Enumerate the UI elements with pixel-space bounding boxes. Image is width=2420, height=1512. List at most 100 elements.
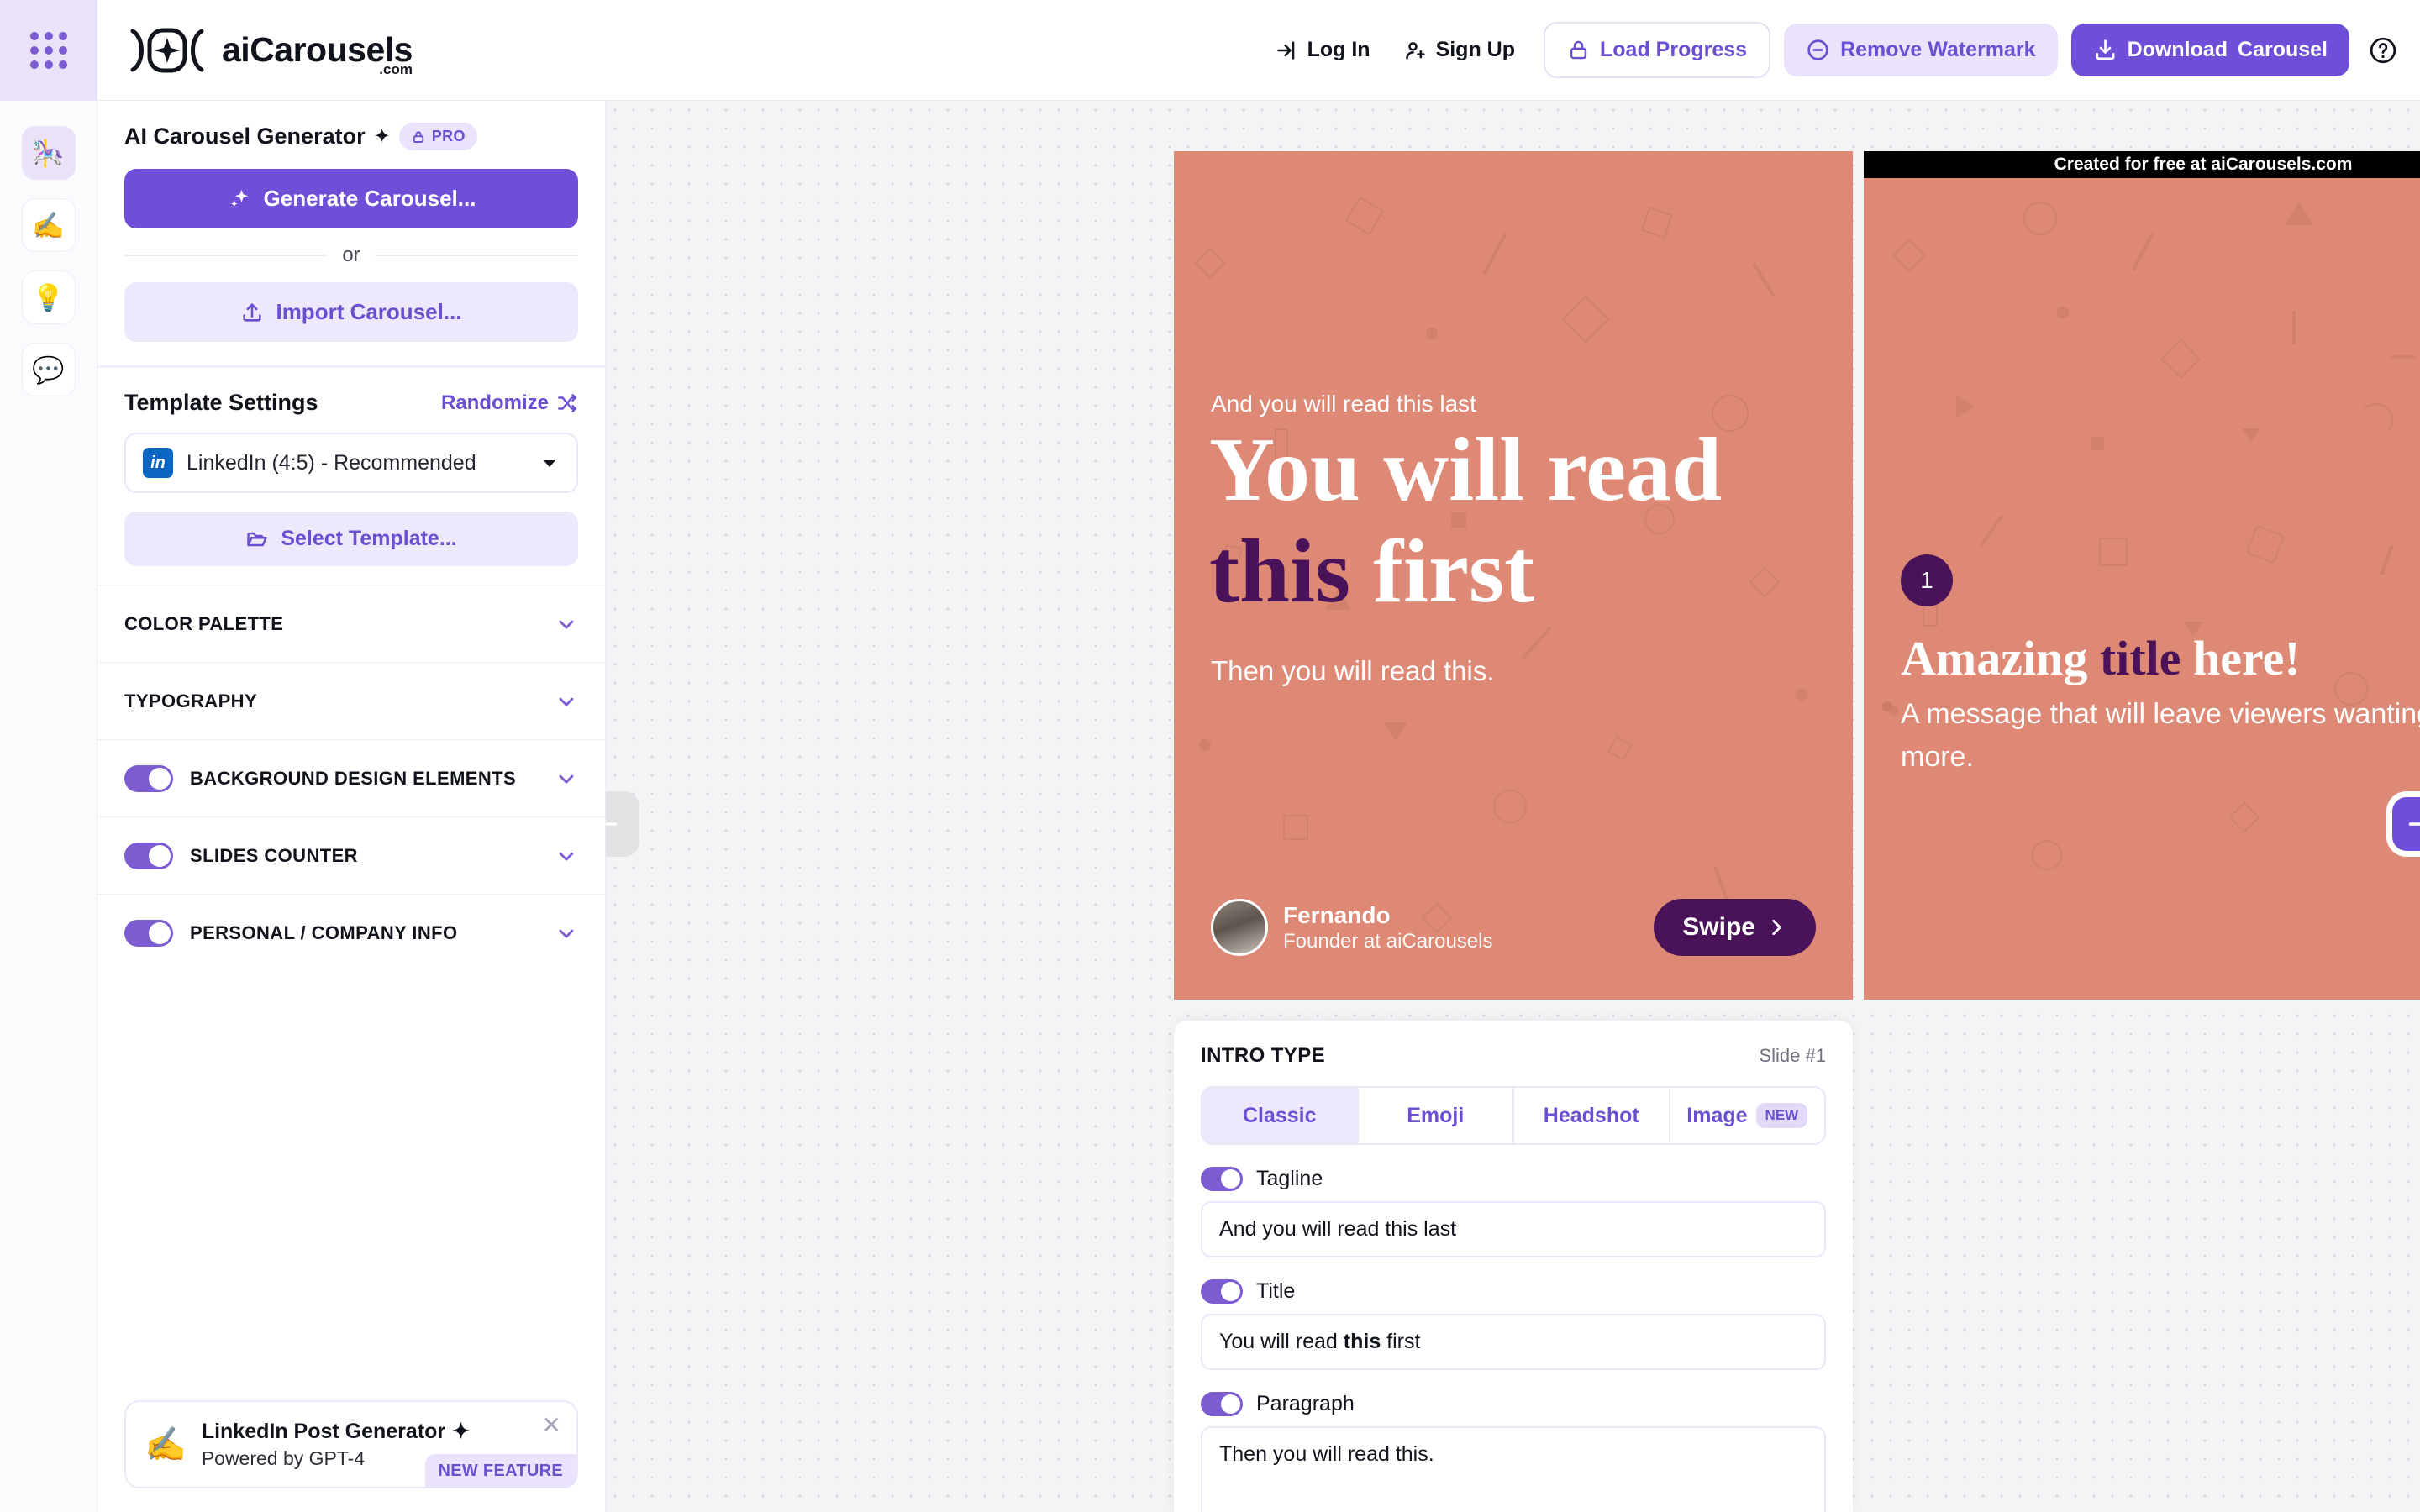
tagline-label-row: Tagline: [1201, 1167, 1826, 1191]
swipe-button[interactable]: Swipe: [1654, 899, 1816, 956]
generator-title: AI Carousel Generator: [124, 123, 366, 149]
slide-2[interactable]: Created for free at aiCarousels.com 1 Am…: [1864, 151, 2420, 1000]
next-slide-button[interactable]: [2386, 791, 2420, 857]
download-label-2: Carousel: [2238, 38, 2328, 61]
help-button[interactable]: [2368, 35, 2398, 66]
close-icon[interactable]: ✕: [542, 1414, 561, 1437]
accordion-label: SLIDES COUNTER: [190, 844, 358, 866]
template-settings-header: Template Settings Randomize: [124, 390, 578, 416]
tab-classic[interactable]: Classic: [1202, 1088, 1359, 1143]
light-bulb-icon: 💡: [32, 282, 65, 312]
title-toggle[interactable]: [1201, 1279, 1243, 1304]
tab-headshot[interactable]: Headshot: [1514, 1088, 1670, 1143]
pro-badge: PRO: [398, 123, 477, 150]
login-arrow-icon: [1276, 40, 1294, 60]
login-label: Log In: [1307, 38, 1370, 61]
tagline-input[interactable]: And you will read this last: [1201, 1201, 1826, 1257]
accordion-typography[interactable]: TYPOGRAPHY: [97, 662, 605, 739]
accordion-background-design-elements[interactable]: BACKGROUND DESIGN ELEMENTS: [97, 739, 605, 816]
slide-1[interactable]: And you will read this last You will rea…: [1174, 151, 1853, 1000]
writing-hand-icon: ✍️: [145, 1426, 187, 1463]
personal-company-info-toggle[interactable]: [124, 919, 173, 947]
rail-item-carousel[interactable]: 🎠: [21, 126, 76, 180]
login-button[interactable]: Log In: [1260, 26, 1386, 74]
author-info: Fernando Founder at aiCarousels: [1283, 901, 1492, 953]
lock-icon: [413, 130, 424, 143]
previous-slide-button[interactable]: [606, 791, 639, 857]
randomize-button[interactable]: Randomize: [441, 391, 578, 415]
slide-number-label: Slide #1: [1759, 1045, 1826, 1066]
format-select-value: LinkedIn (4:5) - Recommended: [187, 450, 476, 475]
watermark-bar: Created for free at aiCarousels.com: [1864, 151, 2420, 178]
template-settings-section: Template Settings Randomize in LinkedIn …: [97, 368, 605, 585]
carousel-horse-icon: 🎠: [32, 138, 65, 168]
promo-title: LinkedIn Post Generator: [201, 1419, 446, 1443]
tab-emoji[interactable]: Emoji: [1358, 1088, 1514, 1143]
slide-2-title-part2: here!: [2181, 631, 2301, 685]
tab-image-new-badge: NEW: [1755, 1103, 1808, 1128]
accordion-label: TYPOGRAPHY: [124, 690, 258, 711]
chevron-down-icon: [559, 929, 574, 937]
chevron-down-icon: [559, 620, 574, 628]
question-circle-icon: [2370, 37, 2396, 63]
accordion-color-palette[interactable]: COLOR PALETTE: [97, 585, 605, 662]
select-template-button[interactable]: Select Template...: [124, 512, 578, 566]
remove-watermark-label: Remove Watermark: [1840, 38, 2036, 61]
slide-editor-panel: INTRO TYPE Slide #1 Classic Emoji Headsh…: [1174, 1021, 1853, 1512]
accordion-label: COLOR PALETTE: [124, 612, 284, 634]
sparkles-icon: [230, 189, 248, 207]
signup-button[interactable]: Sign Up: [1389, 26, 1530, 74]
title-input-post: first: [1381, 1330, 1421, 1353]
settings-sidebar: AI Carousel Generator ✦ PRO Generate Car…: [97, 101, 606, 1512]
format-select[interactable]: in LinkedIn (4:5) - Recommended: [124, 433, 578, 493]
paragraph-toggle[interactable]: [1201, 1392, 1243, 1416]
tab-image[interactable]: Image NEW: [1670, 1088, 1824, 1143]
generate-carousel-label: Generate Carousel...: [263, 186, 476, 211]
import-carousel-button[interactable]: Import Carousel...: [124, 282, 578, 342]
apps-grid-button[interactable]: [0, 0, 97, 101]
generator-title-row: AI Carousel Generator ✦ PRO: [124, 123, 578, 150]
rail-item-write[interactable]: ✍️: [21, 198, 76, 252]
divider-right: [375, 255, 578, 256]
brand-logo[interactable]: aiCarousels .com: [126, 26, 413, 77]
slide-1-paragraph: Then you will read this.: [1211, 655, 1495, 686]
generate-carousel-button[interactable]: Generate Carousel...: [124, 169, 578, 228]
title-input[interactable]: You will read this first: [1201, 1314, 1826, 1370]
speech-balloon-icon: 💬: [32, 354, 65, 385]
folder-icon: [247, 532, 268, 546]
chevron-down-icon: [559, 697, 574, 706]
or-label: or: [342, 244, 360, 266]
chevron-down-icon: [559, 852, 574, 860]
download-carousel-button[interactable]: Download Carousel: [2070, 24, 2349, 76]
header-actions: Log In Sign Up Load Progress Remove Wate…: [1260, 22, 2420, 78]
rail-item-ideas[interactable]: 💡: [21, 270, 76, 324]
remove-watermark-button[interactable]: Remove Watermark: [1784, 24, 2058, 76]
sparkle-icon: ✦: [373, 125, 391, 148]
shuffle-icon: [558, 393, 576, 412]
load-progress-button[interactable]: Load Progress: [1544, 22, 1771, 78]
arrow-left-icon: [606, 822, 618, 826]
title-label: Title: [1256, 1279, 1296, 1303]
background-design-elements-toggle[interactable]: [124, 764, 173, 792]
signup-label: Sign Up: [1435, 38, 1515, 61]
paragraph-input[interactable]: Then you will read this.: [1201, 1426, 1826, 1512]
chevron-down-icon: [544, 460, 555, 467]
chevron-right-icon: [1772, 920, 1781, 935]
intro-type-title: INTRO TYPE: [1201, 1044, 1326, 1067]
linkedin-post-generator-promo[interactable]: ✍️ LinkedIn Post Generator ✦ Powered by …: [124, 1400, 578, 1488]
slide-2-title-highlight: title: [2099, 631, 2181, 685]
author-role: Founder at aiCarousels: [1283, 929, 1493, 953]
brand-tld: .com: [379, 61, 413, 77]
tab-classic-label: Classic: [1242, 1103, 1317, 1127]
carousel-canvas[interactable]: And you will read this last You will rea…: [606, 101, 2420, 1512]
load-progress-label: Load Progress: [1600, 38, 1748, 61]
rail-item-feedback[interactable]: 💬: [21, 343, 76, 396]
accordion-slides-counter[interactable]: SLIDES COUNTER: [97, 816, 605, 894]
pro-badge-label: PRO: [431, 128, 466, 144]
slides-counter-toggle[interactable]: [124, 842, 173, 869]
accordion-personal-company-info[interactable]: PERSONAL / COMPANY INFO: [97, 894, 605, 971]
avatar: [1211, 899, 1268, 956]
title-field-group: Title You will read this first: [1201, 1279, 1826, 1370]
minus-circle-icon: [1807, 39, 1828, 60]
tagline-toggle[interactable]: [1201, 1167, 1243, 1191]
